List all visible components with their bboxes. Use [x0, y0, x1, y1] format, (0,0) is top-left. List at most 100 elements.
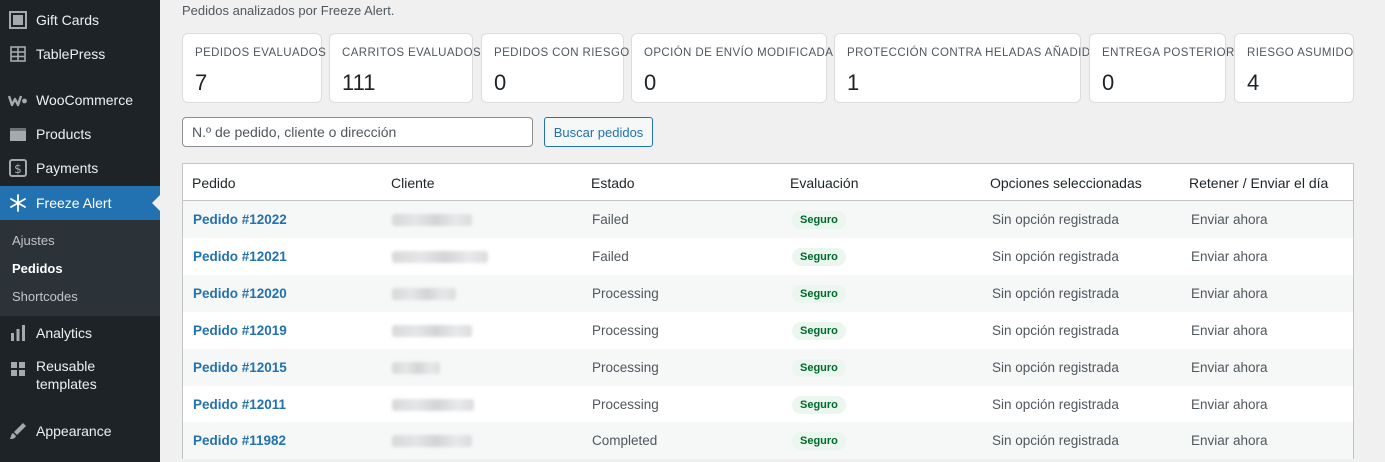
ship-action: Enviar ahora	[1191, 212, 1268, 227]
gift-cards-icon	[0, 10, 36, 30]
ship-action: Enviar ahora	[1191, 323, 1268, 338]
customer-name-redacted	[392, 325, 472, 337]
stat-value: 0	[494, 70, 507, 95]
customer-name-redacted	[392, 288, 456, 300]
column-header-opciones: Opciones seleccionadas	[990, 175, 1142, 191]
svg-text:$: $	[14, 162, 22, 176]
stat-value: 0	[1102, 70, 1115, 95]
column-header-retener-enviar: Retener / Enviar el día	[1189, 175, 1329, 191]
sidebar-item-label: Freeze Alert	[36, 195, 112, 211]
stat-label: Carritos evaluados	[342, 47, 482, 59]
sidebar-item-woocommerce[interactable]: WooCommerce	[0, 83, 160, 117]
stat-card-pedidos-con-riesgo: Pedidos con riesgo 0	[481, 33, 629, 103]
table-row: Pedido #12019 Processing Seguro Sin opci…	[183, 312, 1353, 349]
table-row: Pedido #11982 Completed Seguro Sin opció…	[183, 422, 1353, 459]
column-header-cliente: Cliente	[391, 175, 435, 191]
sidebar-item-label: Products	[36, 126, 92, 142]
orders-table: Pedido Cliente Estado Evaluación Opcione…	[182, 163, 1354, 459]
admin-sidebar: Gift Cards TablePress WooCommerce Produc…	[0, 0, 160, 462]
stat-value: 1	[847, 70, 860, 95]
column-header-evaluacion: Evaluación	[790, 175, 859, 191]
sidebar-item-gift-cards[interactable]: Gift Cards	[0, 3, 160, 37]
search-input[interactable]	[182, 117, 533, 147]
order-link[interactable]: Pedido #12021	[193, 249, 287, 264]
woocommerce-icon	[0, 90, 36, 110]
stat-card-riesgo-asumido: Riesgo asumido 4	[1234, 33, 1354, 103]
order-link[interactable]: Pedido #11982	[193, 433, 286, 448]
table-row: Pedido #12022 Failed Seguro Sin opción r…	[183, 201, 1353, 238]
search-orders-button[interactable]: Buscar pedidos	[544, 117, 653, 147]
column-header-estado: Estado	[591, 175, 635, 191]
selected-options: Sin opción registrada	[992, 212, 1119, 227]
order-status: Processing	[592, 397, 659, 412]
order-link[interactable]: Pedido #12020	[193, 286, 287, 301]
stat-label: Opción de envío modificada	[644, 47, 834, 59]
stat-label: Riesgo asumido	[1247, 47, 1354, 59]
selected-options: Sin opción registrada	[992, 286, 1119, 301]
brush-icon	[0, 421, 36, 441]
stat-card-carritos-evaluados: Carritos evaluados 111	[329, 33, 481, 103]
order-status: Failed	[592, 212, 629, 227]
sidebar-item-analytics[interactable]: Analytics	[0, 316, 160, 350]
submenu-item-shortcodes[interactable]: Shortcodes	[12, 289, 78, 304]
sidebar-item-label: Reusable templates	[36, 358, 97, 392]
order-link[interactable]: Pedido #12022	[193, 212, 287, 227]
payments-icon: $	[0, 158, 36, 178]
selected-options: Sin opción registrada	[992, 360, 1119, 375]
sidebar-item-label: WooCommerce	[36, 92, 133, 108]
sidebar-item-label: Appearance	[36, 423, 112, 439]
snowflake-icon	[0, 193, 36, 213]
ship-action: Enviar ahora	[1191, 249, 1268, 264]
stat-card-opcion-envio-modificada: Opción de envío modificada 0	[631, 33, 833, 103]
column-header-pedido: Pedido	[192, 175, 236, 191]
order-status: Completed	[592, 433, 658, 448]
table-header: Pedido Cliente Estado Evaluación Opcione…	[183, 164, 1353, 201]
stat-label: Pedidos con riesgo	[494, 47, 630, 59]
order-link[interactable]: Pedido #12015	[193, 360, 287, 375]
order-link[interactable]: Pedido #12011	[193, 397, 286, 412]
order-status: Processing	[592, 360, 659, 375]
evaluation-badge: Seguro	[792, 396, 846, 414]
evaluation-badge: Seguro	[792, 211, 846, 229]
ship-action: Enviar ahora	[1191, 397, 1268, 412]
table-row: Pedido #12011 Processing Seguro Sin opci…	[183, 386, 1353, 423]
sidebar-item-freeze-alert[interactable]: Freeze Alert	[0, 186, 160, 220]
sidebar-item-appearance[interactable]: Appearance	[0, 414, 160, 448]
selected-options: Sin opción registrada	[992, 323, 1119, 338]
stat-label: Protección contra heladas añadida	[847, 47, 1099, 59]
customer-name-redacted	[392, 362, 440, 374]
table-row: Pedido #12020 Processing Seguro Sin opci…	[183, 275, 1353, 312]
stat-value: 4	[1247, 70, 1260, 95]
sidebar-item-tablepress[interactable]: TablePress	[0, 37, 160, 71]
order-link[interactable]: Pedido #12019	[193, 323, 287, 338]
analytics-icon	[0, 323, 36, 343]
stat-card-proteccion-heladas: Protección contra heladas añadida 1	[834, 33, 1098, 103]
order-status: Processing	[592, 286, 659, 301]
stat-value: 7	[195, 70, 208, 95]
table-row: Pedido #12021 Failed Seguro Sin opción r…	[183, 238, 1353, 275]
stat-label: Pedidos evaluados	[195, 47, 327, 59]
page-subtitle: Pedidos analizados por Freeze Alert.	[182, 3, 395, 18]
stat-value: 111	[342, 70, 376, 95]
customer-name-redacted	[392, 214, 472, 226]
submenu-item-pedidos[interactable]: Pedidos	[12, 261, 63, 276]
stat-card-pedidos-evaluados: Pedidos evaluados 7	[182, 33, 326, 103]
evaluation-badge: Seguro	[792, 285, 846, 303]
customer-name-redacted	[392, 435, 472, 447]
grid-icon	[0, 357, 36, 379]
sidebar-item-label: Payments	[36, 160, 99, 176]
sidebar-item-payments[interactable]: $ Payments	[0, 151, 160, 185]
ship-action: Enviar ahora	[1191, 360, 1268, 375]
sidebar-item-products[interactable]: Products	[0, 117, 160, 151]
stat-label: Entrega posterior	[1102, 47, 1235, 59]
sidebar-item-label: TablePress	[36, 46, 106, 62]
ship-action: Enviar ahora	[1191, 433, 1268, 448]
table-icon	[0, 44, 36, 64]
evaluation-badge: Seguro	[792, 248, 846, 266]
submenu-item-ajustes[interactable]: Ajustes	[12, 233, 55, 248]
evaluation-badge: Seguro	[792, 432, 846, 450]
evaluation-badge: Seguro	[792, 322, 846, 340]
evaluation-badge: Seguro	[792, 359, 846, 377]
sidebar-item-reusable-templates[interactable]: Reusable templates	[0, 357, 160, 399]
selected-options: Sin opción registrada	[992, 397, 1119, 412]
